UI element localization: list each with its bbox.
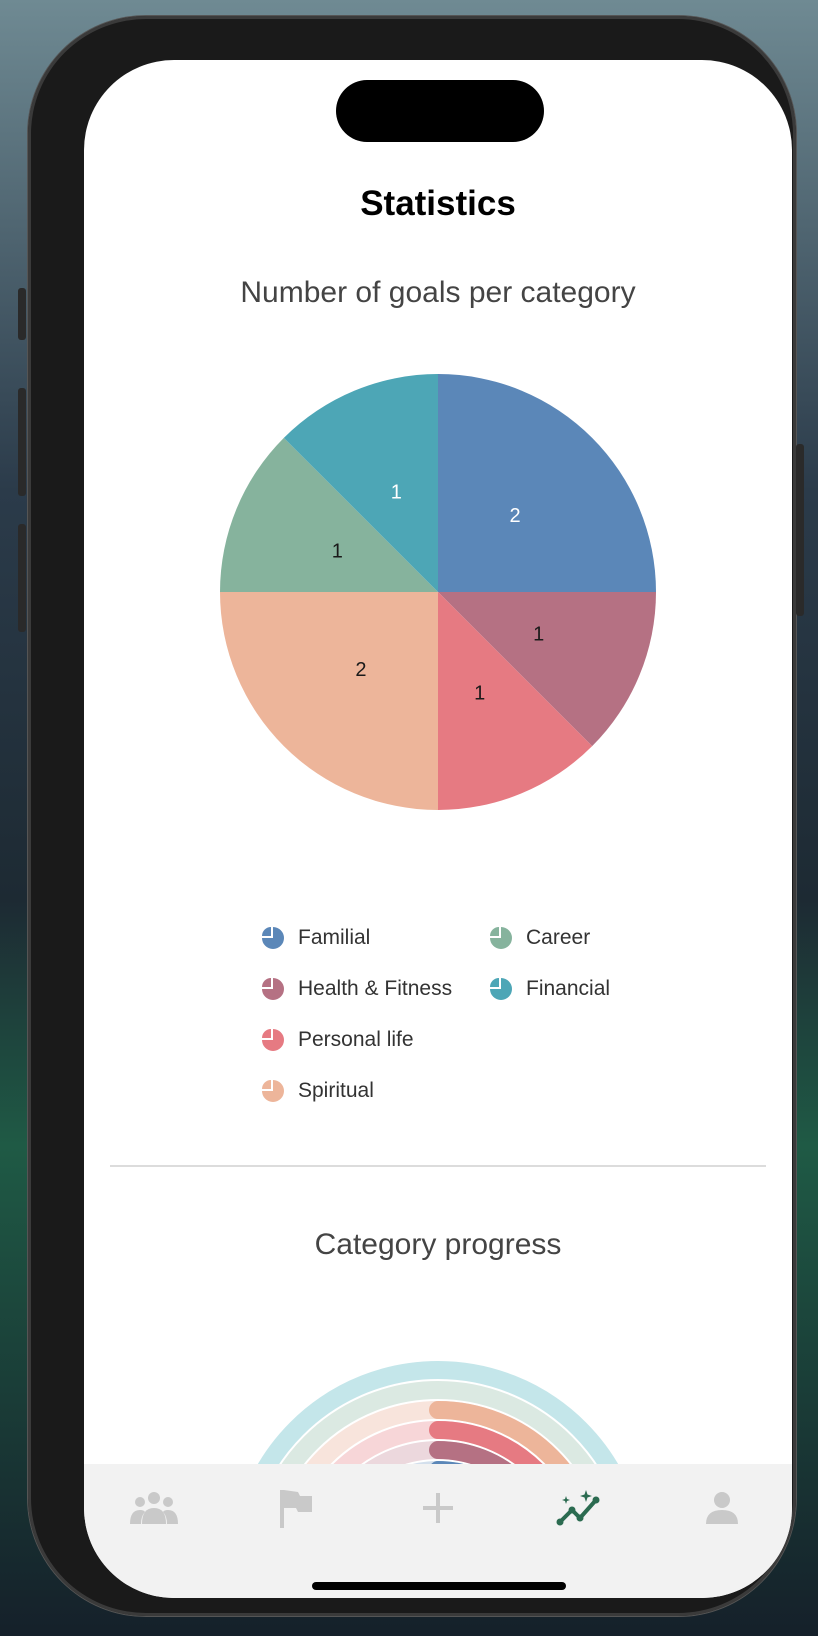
- volume-up-button: [18, 388, 26, 496]
- pie-value-label: 2: [355, 659, 366, 681]
- pie-value-label: 1: [391, 481, 402, 503]
- plus-icon: [423, 1493, 453, 1523]
- legend-item-health-fitness[interactable]: Health & Fitness: [260, 969, 452, 1009]
- legend-label: Financial: [526, 977, 611, 1000]
- goals-tab[interactable]: [266, 1484, 326, 1532]
- profile-tab[interactable]: [692, 1484, 752, 1532]
- action-button: [18, 288, 26, 340]
- legend-label: Familial: [298, 926, 371, 949]
- pie-slice-spiritual[interactable]: [220, 592, 438, 810]
- person-icon: [706, 1492, 738, 1524]
- pie-value-label: 1: [474, 683, 485, 705]
- pie-slice-icon: [262, 927, 284, 949]
- pie-slice-icon: [490, 927, 512, 949]
- section-divider: [110, 1165, 766, 1167]
- pie-value-label: 2: [510, 505, 521, 527]
- legend-label: Career: [526, 926, 591, 949]
- legend-label: Spiritual: [298, 1079, 374, 1102]
- home-indicator: [312, 1582, 566, 1590]
- statistics-tab[interactable]: [550, 1484, 610, 1532]
- add-tab[interactable]: [408, 1484, 468, 1532]
- power-button: [796, 444, 804, 616]
- category-progress-rings: [254, 1361, 622, 1470]
- legend-item-spiritual[interactable]: Spiritual: [260, 1071, 374, 1111]
- app-screen: Statistics Number of goals per category …: [84, 60, 792, 1598]
- legend-label: Health & Fitness: [298, 977, 453, 1000]
- pie-value-label: 1: [332, 540, 343, 562]
- tab-bar: [84, 1464, 792, 1598]
- pie-slice-icon: [262, 1029, 284, 1051]
- pie-slice-icon: [490, 978, 512, 1000]
- legend-item-personal-life[interactable]: Personal life: [260, 1020, 414, 1060]
- flag-icon: [280, 1490, 312, 1528]
- trend-sparkle-icon: [556, 1490, 600, 1526]
- goals-pie-chart: 2 1 1 2 1 1: [220, 374, 656, 810]
- community-tab[interactable]: [124, 1484, 184, 1532]
- phone-frame: Statistics Number of goals per category …: [18, 16, 804, 1616]
- legend-item-career[interactable]: Career: [488, 918, 590, 958]
- pie-slice-icon: [262, 978, 284, 1000]
- legend-label: Personal life: [298, 1028, 414, 1051]
- progress-section-title: Category progress: [314, 1228, 562, 1261]
- pie-value-label: 1: [533, 624, 544, 646]
- pie-slice-familial[interactable]: [438, 374, 656, 592]
- people-icon: [130, 1492, 178, 1524]
- legend-item-familial[interactable]: Familial: [260, 918, 370, 958]
- legend-item-financial[interactable]: Financial: [488, 969, 610, 1009]
- pie-legend: Familial Career Health & Fitness Financi…: [260, 918, 660, 1138]
- volume-down-button: [18, 524, 26, 632]
- pie-slice-icon: [262, 1080, 284, 1102]
